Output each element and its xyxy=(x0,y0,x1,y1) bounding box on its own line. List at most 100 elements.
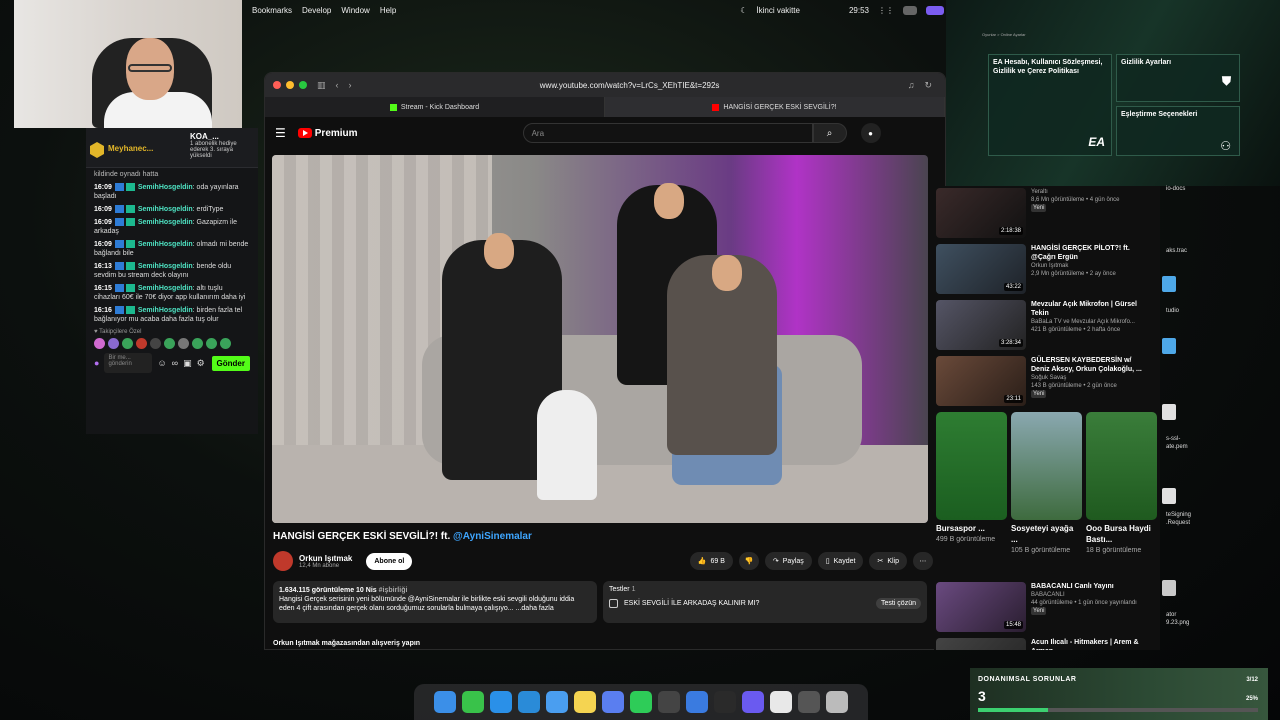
chat-input[interactable]: Bir me... gönderin xyxy=(104,353,153,373)
close-window-button[interactable] xyxy=(273,81,281,89)
emote-icon[interactable] xyxy=(206,338,217,349)
rec-title[interactable]: Mevzular Açık Mikrofon | Gürsel Tekin xyxy=(1031,300,1151,318)
voice-search-button[interactable]: ● xyxy=(860,123,881,143)
control-center-icon[interactable] xyxy=(903,5,917,15)
send-button[interactable]: Gönder xyxy=(211,355,250,371)
desktop-file-label[interactable]: 9.23.png xyxy=(1166,620,1189,626)
link-icon[interactable]: ∞ xyxy=(172,358,178,368)
address-bar[interactable]: www.youtube.com/watch?v=LrCs_XEhTIE&t=29… xyxy=(540,81,720,90)
ea-matchmaking-tile[interactable]: Eşleştirme Seçenekleri ⚇ xyxy=(1116,106,1240,156)
channel-avatar[interactable] xyxy=(273,551,293,571)
description-box[interactable]: 1.634.115 görüntüleme 10 Nis #işbirliği … xyxy=(273,581,597,623)
emote-icon[interactable] xyxy=(220,338,231,349)
msg-user[interactable]: SemihHosgeldin xyxy=(138,241,193,248)
mic-icon[interactable]: ● xyxy=(94,358,99,368)
rec-thumbnail[interactable] xyxy=(936,638,1026,650)
short-item[interactable]: Ooo Bursa Haydi Bastı... 18 B görüntüleme xyxy=(1086,412,1157,578)
desktop-file-label[interactable]: tudio xyxy=(1166,308,1179,314)
short-thumbnail[interactable] xyxy=(936,412,1007,520)
short-item[interactable]: Sosyeteyi ayağa ... 105 B görüntüleme xyxy=(1011,412,1082,578)
messages-icon[interactable] xyxy=(462,691,484,713)
rec-title[interactable]: BABACANLI Canlı Yayını xyxy=(1031,582,1151,591)
whatsapp-icon[interactable] xyxy=(630,691,652,713)
emote-icon[interactable] xyxy=(122,338,133,349)
msg-user[interactable]: SemihHosgeldin xyxy=(138,184,193,191)
youtube-logo[interactable]: Premium xyxy=(297,128,358,139)
app-icon[interactable] xyxy=(798,691,820,713)
emote-icon[interactable] xyxy=(150,338,161,349)
emote-icon[interactable] xyxy=(164,338,175,349)
desktop-file-label[interactable]: teSigning xyxy=(1166,512,1191,518)
rec-thumbnail[interactable]: 2:18:38 xyxy=(936,188,1026,238)
document-icon[interactable] xyxy=(770,691,792,713)
tab-youtube-video[interactable]: HANGİSİ GERÇEK ESKİ SEVGİLİ?! xyxy=(605,97,945,117)
reload-icon[interactable]: ↻ xyxy=(924,80,932,91)
screen-record-icon[interactable] xyxy=(926,5,944,15)
file-icon[interactable] xyxy=(1162,580,1176,596)
zoom-window-button[interactable] xyxy=(299,81,307,89)
notes-icon[interactable] xyxy=(574,691,596,713)
forward-icon[interactable]: › xyxy=(349,80,352,90)
search-input[interactable]: Ara xyxy=(522,123,813,143)
short-title[interactable]: Sosyeteyi ayağa ... xyxy=(1011,523,1082,545)
rec-title[interactable]: Acun Ilıcalı - Hitmakers | Arem & Arman xyxy=(1031,638,1151,650)
clip-button[interactable]: ✂ Klip xyxy=(869,552,907,570)
rec-thumbnail[interactable]: 23:11 xyxy=(936,356,1026,406)
menu-icon[interactable]: ☰ xyxy=(275,126,286,140)
rec-item[interactable]: 2:18:38 Yeraltı 8,6 Mn görüntüleme • 4 gü… xyxy=(934,186,1160,242)
msg-user[interactable]: SemihHosgeldin xyxy=(138,206,193,213)
rec-item[interactable]: Acun Ilıcalı - Hitmakers | Arem & Arman xyxy=(934,636,1160,650)
desc-hashtag[interactable]: #işbirliği xyxy=(379,587,408,594)
emote-picker-icon[interactable]: ☺ xyxy=(157,358,166,368)
title-tag-link[interactable]: @AyniSinemalar xyxy=(453,531,532,542)
more-button[interactable]: ⋯ xyxy=(913,552,933,570)
rec-thumbnail[interactable]: 15:48 xyxy=(936,582,1026,632)
desktop-file-label[interactable]: .Request xyxy=(1166,520,1190,526)
xcode-icon[interactable] xyxy=(686,691,708,713)
search-button[interactable]: ⌕ xyxy=(812,123,847,143)
finder-icon[interactable] xyxy=(434,691,456,713)
safari-icon[interactable] xyxy=(490,691,512,713)
rec-thumbnail[interactable]: 43:22 xyxy=(936,244,1026,294)
rec-title[interactable]: HANGİSİ GERÇEK PİLOT?! ft. @Çağrı Ergün xyxy=(1031,244,1151,262)
msg-user[interactable]: SemihHosgeldin xyxy=(138,263,193,270)
telegram-icon[interactable] xyxy=(518,691,540,713)
rec-item[interactable]: 43:22 HANGİSİ GERÇEK PİLOT?! ft. @Çağrı … xyxy=(934,242,1160,298)
rec-item[interactable]: 3:28:34 Mevzular Açık Mikrofon | Gürsel … xyxy=(934,298,1160,354)
sidebar-icon[interactable]: ▥ xyxy=(317,80,326,91)
rec-item[interactable]: 23:11 GÜLERSEN KAYBEDERSİN w/ Deniz Akso… xyxy=(934,354,1160,410)
desktop-file-label[interactable]: aks.trac xyxy=(1166,248,1187,254)
mail-icon[interactable] xyxy=(546,691,568,713)
ea-account-tile[interactable]: EA Hesabı, Kullanıcı Sözleşmesi, Gizlili… xyxy=(988,54,1112,156)
obs-icon[interactable] xyxy=(714,691,736,713)
short-title[interactable]: Ooo Bursa Haydi Bastı... xyxy=(1086,523,1157,545)
emote-icon[interactable] xyxy=(94,338,105,349)
emote-icon[interactable] xyxy=(178,338,189,349)
emote-icon[interactable] xyxy=(136,338,147,349)
take-quiz-button[interactable]: Testi çözün xyxy=(875,598,921,609)
rec-item[interactable]: 15:48 BABACANLI Canlı Yayını BABACANLI 44 … xyxy=(934,580,1160,636)
file-icon[interactable] xyxy=(1162,338,1176,354)
channel-name[interactable]: Orkun Işıtmak xyxy=(299,554,352,563)
back-icon[interactable]: ‹ xyxy=(336,80,339,90)
share-button[interactable]: ↷ Paylaş xyxy=(764,552,812,570)
short-item[interactable]: Bursaspor ... 499 B görüntüleme xyxy=(936,412,1007,578)
menu-window[interactable]: Window xyxy=(341,6,369,15)
file-icon[interactable] xyxy=(1162,488,1176,504)
emote-icon[interactable] xyxy=(192,338,203,349)
dislike-button[interactable]: 👎 xyxy=(738,552,759,570)
like-button[interactable]: 👍 69 B xyxy=(689,552,733,570)
ea-privacy-tile[interactable]: Gizlilik Ayarları ⛊ xyxy=(1116,54,1240,102)
audio-icon[interactable]: ♫ xyxy=(908,80,915,90)
desktop-file-label[interactable]: ate.pem xyxy=(1166,444,1188,450)
app-icon[interactable] xyxy=(602,691,624,713)
video-player[interactable] xyxy=(272,155,928,523)
save-button[interactable]: ▯ Kaydet xyxy=(817,552,864,570)
app-icon[interactable] xyxy=(658,691,680,713)
grid-icon[interactable]: ⋮⋮ xyxy=(878,6,894,15)
msg-user[interactable]: SemihHosgeldin xyxy=(138,307,193,314)
menu-help[interactable]: Help xyxy=(380,6,396,15)
file-icon[interactable] xyxy=(1162,276,1176,292)
short-thumbnail[interactable] xyxy=(1011,412,1082,520)
subscribe-button[interactable]: Abone ol xyxy=(366,552,413,570)
